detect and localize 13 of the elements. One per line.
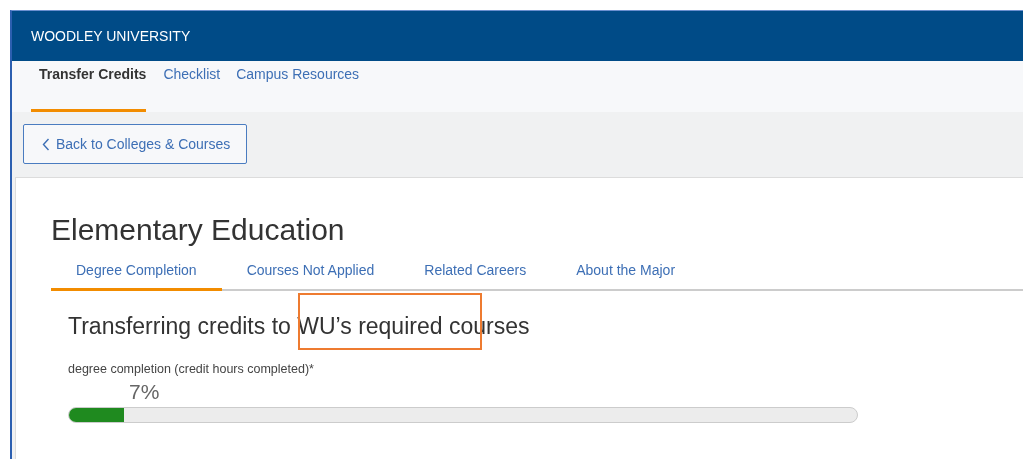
section-tab[interactable]: Degree Completion: [51, 256, 222, 291]
major-title: Elementary Education: [51, 212, 346, 248]
progress-reading: 7%: [129, 380, 161, 404]
section-tab[interactable]: Courses Not Applied: [221, 256, 400, 291]
nav-tab[interactable]: Campus Resources: [228, 61, 368, 112]
nav-tab[interactable]: Checklist: [155, 61, 229, 112]
section-tab[interactable]: Related Careers: [399, 256, 552, 291]
chevron-left-icon: [42, 137, 50, 151]
section-tab[interactable]: About the Major: [551, 256, 701, 291]
progress-label: degree completion (credit hours completed)*: [68, 362, 315, 376]
app-title: WOODLEY UNIVERSITY: [30, 27, 192, 44]
nav-tab[interactable]: Transfer Credits: [31, 61, 147, 112]
back-button[interactable]: Back to Colleges & Courses: [23, 124, 248, 164]
